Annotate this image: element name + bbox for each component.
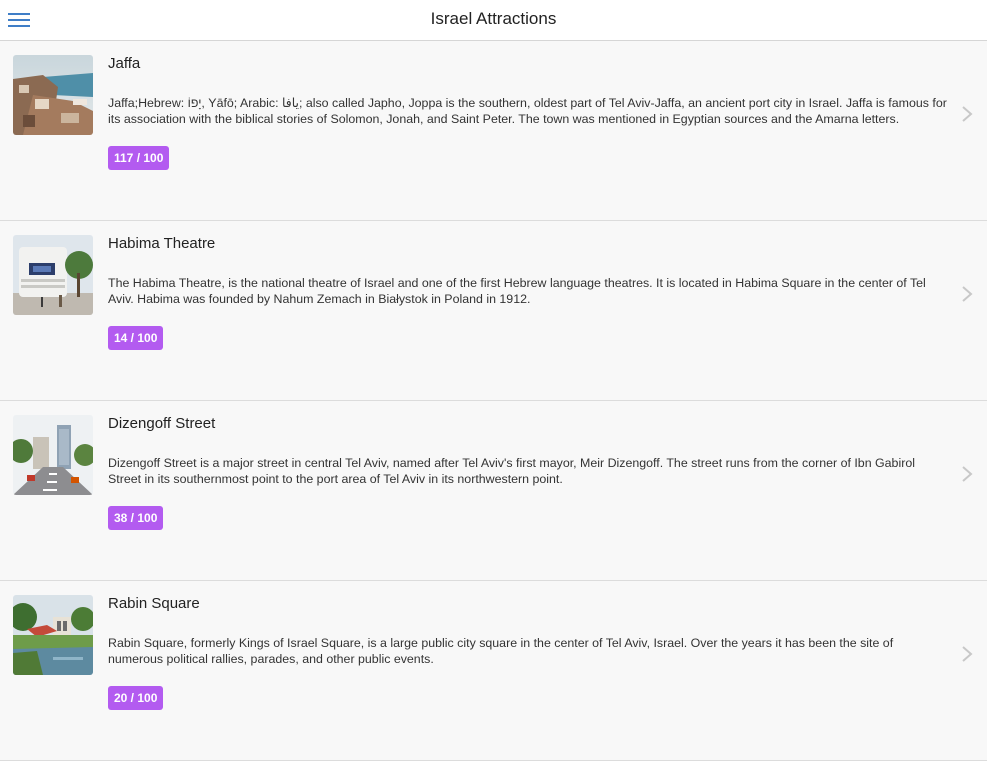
item-title: Dizengoff Street	[108, 415, 216, 432]
list-item-jaffa[interactable]: Jaffa Jaffa;Hebrew: יָפוֹ‎, Yāfō; Arabic…	[0, 41, 987, 221]
jaffa-thumbnail	[13, 55, 93, 135]
dizengoff-street-thumbnail	[13, 415, 93, 495]
habima-theatre-thumbnail	[13, 235, 93, 315]
item-title: Rabin Square	[108, 595, 200, 612]
page-title: Israel Attractions	[430, 9, 557, 28]
item-title: Jaffa	[108, 55, 141, 72]
item-description: The Habima Theatre, is the national thea…	[108, 276, 926, 306]
chevron-right-icon	[962, 646, 973, 662]
score-badge: 20 / 100	[108, 686, 164, 710]
chevron-right-icon	[962, 286, 973, 302]
chevron-right-icon	[962, 466, 973, 482]
list-item-dizengoff-street[interactable]: Dizengoff Street Dizengoff Street is a m…	[0, 401, 987, 581]
rabin-square-thumbnail	[13, 595, 93, 675]
list-item-habima-theatre[interactable]: Habima Theatre The Habima Theatre, is th…	[0, 221, 987, 401]
app-header: Israel Attractions	[0, 0, 987, 41]
attractions-list: Jaffa Jaffa;Hebrew: יָפוֹ‎, Yāfō; Arabic…	[0, 41, 987, 761]
score-badge: 14 / 100	[108, 326, 164, 350]
chevron-right-icon	[962, 106, 973, 122]
item-description: Jaffa;Hebrew: יָפוֹ‎, Yāfō; Arabic: يافا…	[108, 96, 947, 126]
item-description: Rabin Square, formerly Kings of Israel S…	[108, 636, 894, 666]
list-item-rabin-square[interactable]: Rabin Square Rabin Square, formerly King…	[0, 581, 987, 761]
score-badge: 38 / 100	[108, 506, 164, 530]
item-description: Dizengoff Street is a major street in ce…	[108, 456, 915, 486]
item-title: Habima Theatre	[108, 235, 216, 252]
score-badge: 117 / 100	[108, 146, 170, 170]
